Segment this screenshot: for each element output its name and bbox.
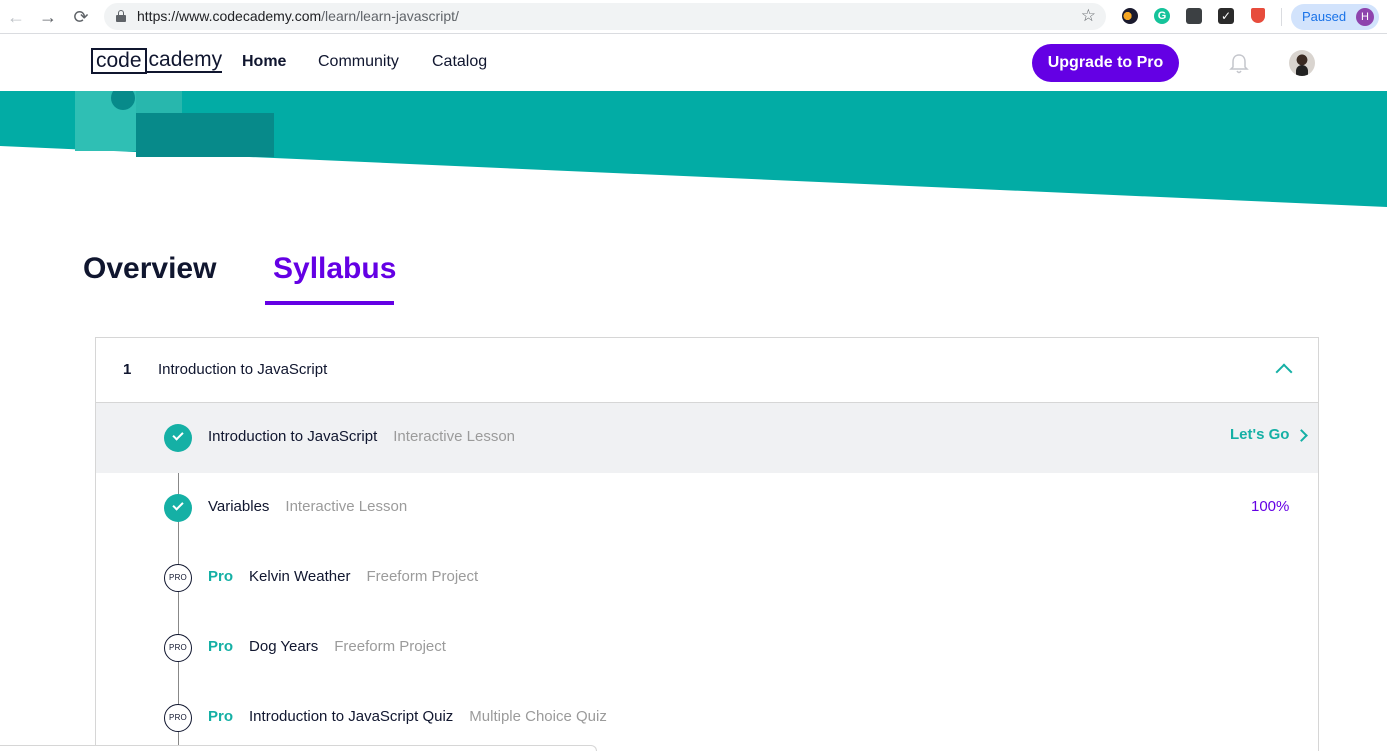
module-title: Introduction to JavaScript [158,361,328,378]
shield-extension-icon[interactable] [1250,8,1266,24]
lesson-type: Interactive Lesson [285,498,408,515]
site-header: code cademy Home Community Catalog Upgrad… [0,35,1387,91]
grammarly-extension-icon[interactable]: G [1154,8,1170,24]
forward-arrow-icon[interactable]: → [37,6,59,28]
pro-badge-icon: PRO [164,704,192,732]
nav-catalog-link[interactable]: Catalog [432,53,487,71]
lock-icon [116,10,126,22]
user-avatar[interactable] [1289,50,1315,76]
module-number: 1 [123,361,132,378]
browser-toolbar: ← → ⟳ https://www.codecademy.com/learn/l… [0,0,1387,34]
lesson-type: Multiple Choice Quiz [469,708,607,725]
extension-icon[interactable] [1122,8,1138,24]
pro-tag: Pro [208,708,234,725]
profile-avatar: H [1356,8,1374,26]
lesson-name: Introduction to JavaScript Quiz [249,708,454,725]
address-bar[interactable]: https://www.codecademy.com/learn/learn-j… [104,3,1106,30]
bookmark-star-icon[interactable]: ☆ [1081,6,1096,26]
checkmark-icon [164,424,192,452]
module-header[interactable]: 1 Introduction to JavaScript [96,338,1318,403]
toolbar-divider [1281,8,1282,26]
codecademy-logo[interactable]: code cademy [91,48,223,74]
active-tab-indicator [265,301,394,305]
pro-tag: Pro [208,638,234,655]
lets-go-label: Let's Go [1230,426,1290,443]
lesson-row[interactable]: Variables Interactive Lesson 100% [96,473,1318,543]
lesson-name: Kelvin Weather [249,568,351,585]
tab-overview[interactable]: Overview [83,252,216,286]
upgrade-to-pro-button[interactable]: Upgrade to Pro [1032,44,1179,82]
tab-syllabus[interactable]: Syllabus [273,252,396,286]
lesson-name: Variables [208,498,270,515]
lesson-row[interactable]: PRO Pro Dog Years Freeform Project [96,613,1318,683]
lesson-type: Freeform Project [334,638,446,655]
profile-button[interactable]: Paused H [1291,4,1379,30]
lesson-text: Pro Introduction to JavaScript Quiz Multip… [208,708,607,725]
checkmark-extension-icon[interactable]: ✓ [1218,8,1234,24]
pro-badge-icon: PRO [164,564,192,592]
lesson-name: Dog Years [249,638,319,655]
bottom-popup-edge [0,745,597,751]
back-arrow-icon[interactable]: ← [5,6,27,28]
lesson-text: Introduction to JavaScript Interactive Le… [208,428,515,445]
logo-cademy: cademy [146,48,223,73]
lesson-text: Variables Interactive Lesson [208,498,407,515]
nav-community-link[interactable]: Community [318,53,399,71]
nav-home-link[interactable]: Home [242,53,286,71]
url-path: /learn/learn-javascript/ [321,8,459,24]
lesson-name: Introduction to JavaScript [208,428,378,445]
url-text[interactable]: https://www.codecademy.com/learn/learn-j… [137,8,459,24]
checkmark-icon [164,494,192,522]
lesson-type: Interactive Lesson [393,428,516,445]
lesson-row[interactable]: PRO Pro Kelvin Weather Freeform Project [96,543,1318,613]
lesson-row[interactable]: PRO Pro Introduction to JavaScript Quiz Mu… [96,683,1318,751]
lesson-progress-percent: 100% [1251,498,1290,515]
chevron-up-icon[interactable] [1275,363,1293,381]
url-host: https://www.codecademy.com [137,8,322,24]
lets-go-link[interactable]: Let's Go [1230,426,1309,443]
pro-badge-icon: PRO [164,634,192,662]
syllabus-panel: 1 Introduction to JavaScript Introductio… [95,337,1319,751]
lesson-text: Pro Kelvin Weather Freeform Project [208,568,478,585]
profile-status: Paused [1302,9,1347,24]
logo-code-box: code [91,48,147,74]
hero-banner [0,91,1387,207]
pro-tag: Pro [208,568,234,585]
lesson-text: Pro Dog Years Freeform Project [208,638,446,655]
reload-icon[interactable]: ⟳ [70,6,92,28]
download-extension-icon[interactable] [1186,8,1202,24]
chevron-right-icon [1295,428,1309,442]
lesson-row[interactable]: Introduction to JavaScript Interactive Le… [96,403,1318,473]
lesson-type: Freeform Project [366,568,479,585]
notification-bell-icon[interactable] [1229,53,1249,75]
